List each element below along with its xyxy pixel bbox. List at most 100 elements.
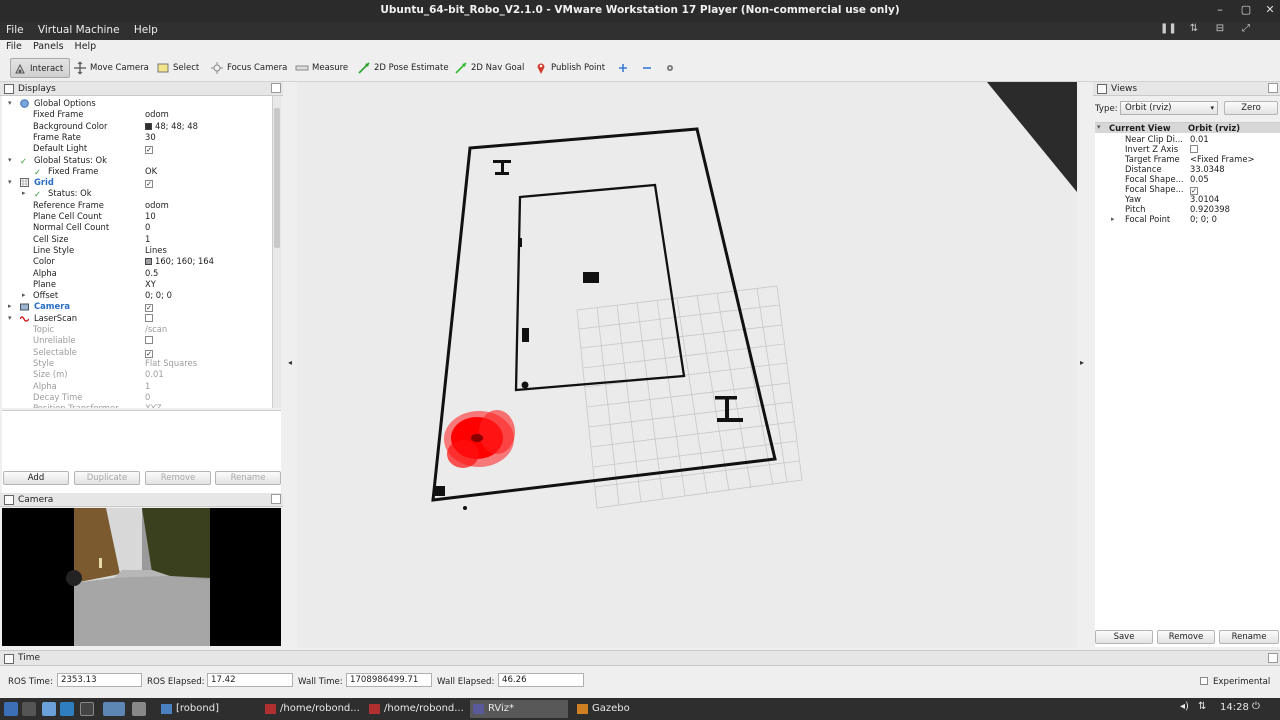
expand-icon[interactable]: ▸ [22, 290, 30, 301]
view-property-row[interactable]: Invert Z Axis [1095, 144, 1280, 154]
property-value[interactable]: ✓ [145, 177, 153, 189]
volume-icon[interactable]: ◂) [1180, 701, 1189, 712]
rviz-menu-help[interactable]: Help [69, 40, 99, 52]
expand-icon[interactable]: ▾ [8, 155, 16, 166]
browser-icon[interactable] [60, 702, 74, 716]
display-row[interactable]: Alpha 1 [2, 381, 272, 392]
display-row[interactable]: Alpha 0.5 [2, 268, 272, 279]
display-row[interactable]: Size (m) 0.01 [2, 369, 272, 380]
current-view-row[interactable]: ▾ Current View Orbit (rviz) [1095, 123, 1280, 133]
render-viewport[interactable] [297, 82, 1077, 648]
vm-menu-virtual-machine[interactable]: Virtual Machine [32, 22, 125, 36]
maximize-icon[interactable]: ▢ [1239, 3, 1253, 17]
display-row[interactable]: ▸ ✓ Status: Ok [2, 188, 272, 199]
remove-tool-icon[interactable] [640, 58, 654, 78]
tool-move-camera[interactable]: Move Camera [71, 58, 153, 78]
tool-select[interactable]: Select [154, 58, 203, 78]
display-row[interactable]: Topic/scan [2, 324, 272, 335]
property-value[interactable]: 0.01 [1190, 134, 1209, 144]
vm-usb-icon[interactable]: ⇅ [1186, 23, 1202, 37]
view-property-row[interactable]: ▸ Focal Point 0; 0; 0 [1095, 214, 1280, 224]
view-type-select[interactable]: Orbit (rviz) ▾ [1120, 101, 1218, 115]
property-value[interactable]: XY [145, 279, 156, 290]
display-row[interactable]: Cell Size 1 [2, 234, 272, 245]
property-value[interactable]: XYZ [145, 403, 162, 408]
display-row[interactable]: Selectable ✓ [2, 347, 272, 358]
rviz-menu-panels[interactable]: Panels [27, 40, 66, 52]
display-row[interactable]: Plane XY [2, 279, 272, 290]
collapse-left-icon[interactable]: ◂ [288, 358, 292, 367]
experimental-checkbox[interactable] [1200, 677, 1208, 685]
checkbox[interactable] [145, 313, 153, 322]
property-value[interactable]: Flat Squares [145, 358, 197, 369]
displays-tree[interactable]: ▾ Global Options Fixed Frame odom Background… [2, 96, 272, 408]
ros-time-field[interactable]: 2353.13 [57, 673, 142, 687]
property-value[interactable]: 1 [145, 381, 150, 392]
save-view-button[interactable]: Save [1095, 630, 1153, 644]
view-property-row[interactable]: Yaw 3.0104 [1095, 194, 1280, 204]
text-editor-icon[interactable] [132, 702, 146, 716]
display-row[interactable]: ▾ ✓ Global Status: Ok [2, 155, 272, 166]
tool-interact[interactable]: Interact [10, 58, 70, 78]
checkbox[interactable]: ✓ [145, 349, 153, 358]
power-icon[interactable]: ⏻ [1252, 701, 1260, 712]
network-icon[interactable]: ⇅ [1198, 701, 1206, 712]
property-value[interactable]: 0; 0; 0 [145, 290, 172, 301]
zero-button[interactable]: Zero [1224, 101, 1278, 115]
display-row[interactable]: ✓ Fixed Frame OK [2, 166, 272, 177]
view-property-row[interactable]: Pitch 0.920398 [1095, 204, 1280, 214]
display-row[interactable]: ▾ Global Options [2, 98, 272, 109]
tool-2d-nav-goal[interactable]: 2D Nav Goal [452, 58, 528, 78]
display-row[interactable]: Background Color 48; 48; 48 [2, 121, 272, 132]
taskbar-task[interactable]: RViz* [470, 700, 568, 718]
expand-icon[interactable]: ▾ [8, 177, 16, 188]
views-tree[interactable]: ▾ Current View Orbit (rviz) Near Clip Di… [1095, 122, 1280, 647]
vm-network-icon[interactable]: ⊟ [1212, 23, 1228, 37]
property-value[interactable]: <Fixed Frame> [1190, 154, 1255, 164]
display-row[interactable]: Unreliable [2, 335, 272, 346]
display-row[interactable]: ▾ Grid ✓ [2, 177, 272, 189]
display-row[interactable]: Normal Cell Count 0 [2, 222, 272, 233]
view-property-row[interactable]: Target Frame <Fixed Frame> [1095, 154, 1280, 164]
property-value[interactable]: 0; 0; 0 [1190, 214, 1217, 224]
remove-view-button[interactable]: Remove [1157, 630, 1215, 644]
rename-display-button[interactable]: Rename [215, 471, 281, 485]
show-desktop-icon[interactable] [22, 702, 36, 716]
duplicate-button[interactable]: Duplicate [74, 471, 140, 485]
view-property-row[interactable]: Distance 33.0348 [1095, 164, 1280, 174]
property-value[interactable]: 0.05 [1190, 174, 1209, 184]
rviz-menu-file[interactable]: File [0, 40, 24, 52]
property-value[interactable]: odom [145, 109, 169, 120]
tool-properties-icon[interactable] [663, 58, 677, 78]
tool-focus-camera[interactable]: Focus Camera [208, 58, 291, 78]
collapse-right-icon[interactable]: ▸ [1080, 358, 1084, 367]
expand-icon[interactable]: ▸ [22, 188, 30, 199]
checkbox[interactable]: ✓ [145, 146, 153, 155]
property-value[interactable]: 30 [145, 132, 156, 143]
property-value[interactable]: ✓ [145, 301, 153, 313]
display-row[interactable]: Default Light ✓ [2, 143, 272, 155]
expand-icon[interactable]: ▸ [1111, 214, 1115, 224]
view-property-row[interactable]: Focal Shape... ✓ [1095, 184, 1280, 195]
checkbox[interactable]: ✓ [145, 180, 153, 189]
vm-menu-help[interactable]: Help [128, 22, 163, 36]
property-value[interactable]: 0 [145, 392, 150, 403]
property-value[interactable]: ✓ [145, 143, 153, 155]
view-property-row[interactable]: Focal Shape... 0.05 [1095, 174, 1280, 184]
wall-time-field[interactable]: 1708986499.71 [346, 673, 432, 687]
taskbar-task[interactable]: [robond] [158, 700, 256, 718]
property-value[interactable]: 0.5 [145, 268, 158, 279]
panel-float-icon[interactable] [271, 83, 281, 93]
display-row[interactable]: Color 160; 160; 164 [2, 256, 272, 267]
property-value[interactable]: 10 [145, 211, 156, 222]
rviz-3d-scene[interactable] [297, 82, 1077, 648]
expand-icon[interactable]: ▾ [8, 313, 16, 324]
taskbar-task[interactable]: Gazebo [574, 700, 638, 718]
add-button[interactable]: Add [3, 471, 69, 485]
remove-display-button[interactable]: Remove [145, 471, 211, 485]
display-row[interactable]: Reference Frame odom [2, 200, 272, 211]
property-value[interactable]: 0.920398 [1190, 204, 1230, 214]
checkbox[interactable]: ✓ [145, 304, 153, 313]
display-row[interactable]: Fixed Frame odom [2, 109, 272, 120]
checkbox[interactable] [145, 336, 153, 345]
